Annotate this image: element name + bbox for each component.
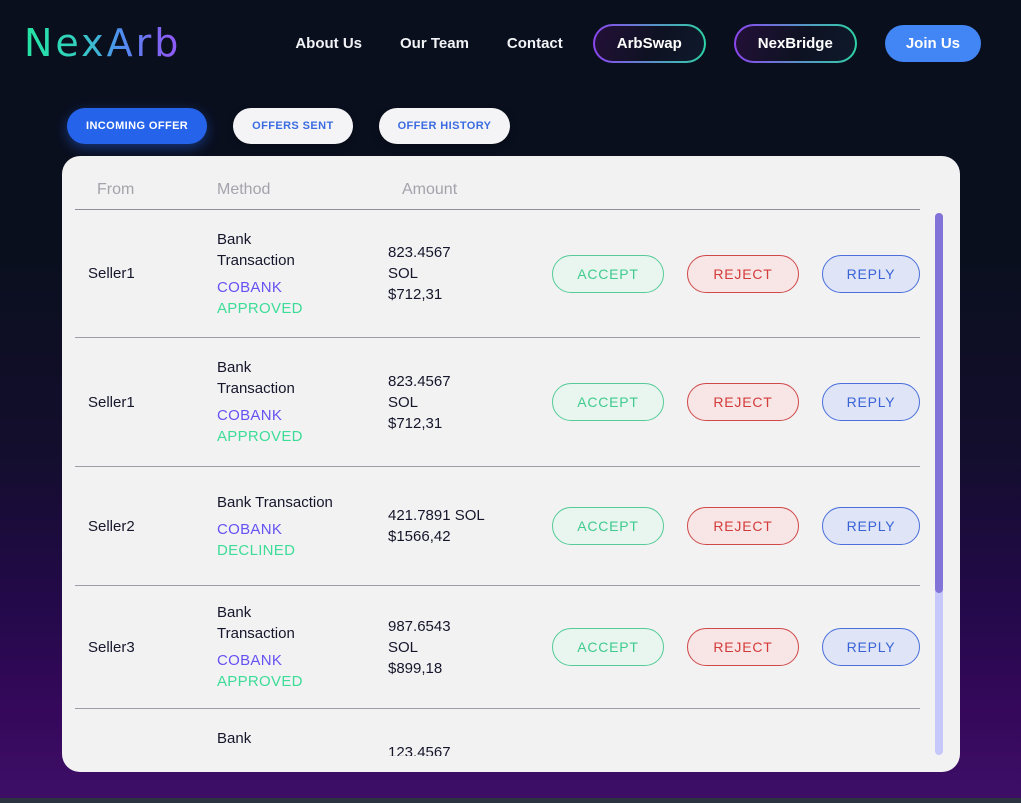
amount-sol: 421.7891 SOL — [388, 507, 485, 524]
reject-button[interactable]: REJECT — [687, 507, 799, 545]
table-row: Seller1 Bank Transaction COBANK APPROVED… — [75, 338, 920, 467]
amount-cell: 823.4567 SOL $712,31 — [388, 242, 552, 305]
incoming-offers-card: From Method Amount Seller1 Bank Transact… — [62, 156, 960, 772]
status-badge: DECLINED — [217, 541, 296, 559]
amount-sol: 823.4567 — [388, 244, 451, 261]
amount-sol: 987.6543 — [388, 617, 451, 635]
row-actions: ACCEPT REJECT REPLY — [552, 383, 920, 421]
method-line: Bank — [217, 230, 252, 248]
amount-sol: 123.4567 — [388, 743, 451, 757]
amount-cell: 987.6543 SOL $899,18 — [388, 616, 552, 679]
method-cell: Bank Transaction COBANK APPROVED — [217, 229, 388, 319]
method-cell: Bank Transaction COBANK APPROVED — [217, 602, 388, 692]
seller-name: Seller2 — [88, 517, 135, 535]
row-actions: ACCEPT REJECT REPLY — [552, 628, 920, 666]
amount-cell: 823.4567 SOL $712,31 — [388, 371, 552, 434]
nav-link-about-us[interactable]: About Us — [295, 35, 362, 52]
bottom-edge-strip — [0, 798, 1021, 803]
table-row: Seller2 Bank Transaction COBANK DECLINED… — [75, 467, 920, 586]
offer-tabs: INCOMING OFFER OFFERS SENT OFFER HISTORY — [67, 108, 1021, 144]
reply-button[interactable]: REPLY — [822, 507, 920, 545]
accept-button[interactable]: ACCEPT — [552, 254, 664, 293]
nexbridge-button[interactable]: NexBridge — [734, 24, 857, 63]
tab-incoming-offer[interactable]: INCOMING OFFER — [67, 108, 208, 144]
method-line — [217, 749, 388, 756]
method-line: Bank — [217, 359, 252, 376]
reply-button[interactable]: REPLY — [822, 628, 920, 666]
accept-button[interactable]: ACCEPT — [552, 507, 664, 545]
nav-link-our-team[interactable]: Our Team — [400, 35, 469, 52]
nav-links: About Us Our Team Contact — [295, 35, 562, 52]
amount-usd: $712,31 — [388, 286, 443, 303]
reply-button[interactable]: REPLY — [822, 383, 920, 421]
reject-button[interactable]: REJECT — [687, 254, 799, 293]
method-cell: Bank Transaction COBANK DECLINED — [217, 492, 388, 561]
method-line: Transaction — [217, 625, 295, 642]
table-row: Seller1 Bank Transaction COBANK APPROVED… — [75, 210, 920, 338]
column-header-from: From — [97, 181, 135, 198]
amount-usd: $899,18 — [388, 659, 443, 677]
table-row: Seller3 Bank Transaction COBANK APPROVED… — [75, 586, 920, 709]
column-header-amount: Amount — [402, 181, 458, 198]
bank-name: COBANK — [217, 407, 283, 424]
bank-name: COBANK — [217, 652, 283, 669]
method-line: Bank — [217, 730, 252, 747]
method-cell: Bank Transaction COBANK APPROVED — [217, 357, 388, 447]
accept-button[interactable]: ACCEPT — [552, 628, 664, 666]
amount-sol: SOL — [388, 393, 419, 411]
table-row: Bank 123.4567 — [75, 709, 920, 756]
amount-usd: $1566,42 — [388, 528, 451, 545]
table-header-row: From Method Amount — [75, 156, 920, 210]
top-navigation: NexArb About Us Our Team Contact ArbSwap… — [0, 0, 1021, 86]
method-line: Bank Transaction — [217, 493, 333, 511]
scrollbar-thumb[interactable] — [935, 213, 943, 593]
status-badge: APPROVED — [217, 673, 303, 690]
status-badge: APPROVED — [217, 299, 303, 317]
bank-name: COBANK — [217, 520, 283, 538]
amount-usd: $712,31 — [388, 414, 443, 432]
row-actions: ACCEPT REJECT REPLY — [552, 254, 920, 293]
row-actions: ACCEPT REJECT REPLY — [552, 507, 920, 545]
amount-sol: 823.4567 — [388, 372, 451, 390]
accept-button[interactable]: ACCEPT — [552, 383, 664, 421]
arbswap-button[interactable]: ArbSwap — [593, 24, 706, 63]
method-line: Transaction — [217, 251, 295, 269]
bank-name: COBANK — [217, 278, 283, 296]
method-cell: Bank — [217, 728, 388, 756]
seller-name: Seller1 — [88, 393, 135, 411]
amount-sol: SOL — [388, 265, 419, 282]
method-line: Bank — [217, 604, 252, 621]
amount-cell: 123.4567 — [388, 742, 552, 757]
offers-table: From Method Amount Seller1 Bank Transact… — [62, 156, 960, 756]
nav-link-contact[interactable]: Contact — [507, 35, 563, 52]
amount-cell: 421.7891 SOL $1566,42 — [388, 505, 552, 547]
reject-button[interactable]: REJECT — [687, 383, 799, 421]
column-header-method: Method — [217, 181, 271, 198]
join-us-button[interactable]: Join Us — [884, 24, 981, 62]
scrollbar-track[interactable] — [935, 213, 943, 755]
tab-offers-sent[interactable]: OFFERS SENT — [233, 108, 353, 144]
tab-offer-history[interactable]: OFFER HISTORY — [378, 108, 511, 144]
method-line: Transaction — [217, 380, 295, 397]
seller-name: Seller1 — [88, 265, 135, 282]
amount-sol: SOL — [388, 638, 419, 656]
reject-button[interactable]: REJECT — [687, 628, 799, 666]
seller-name: Seller3 — [88, 638, 135, 656]
brand-logo[interactable]: NexArb — [24, 21, 181, 65]
status-badge: APPROVED — [217, 428, 303, 445]
reply-button[interactable]: REPLY — [822, 254, 920, 293]
